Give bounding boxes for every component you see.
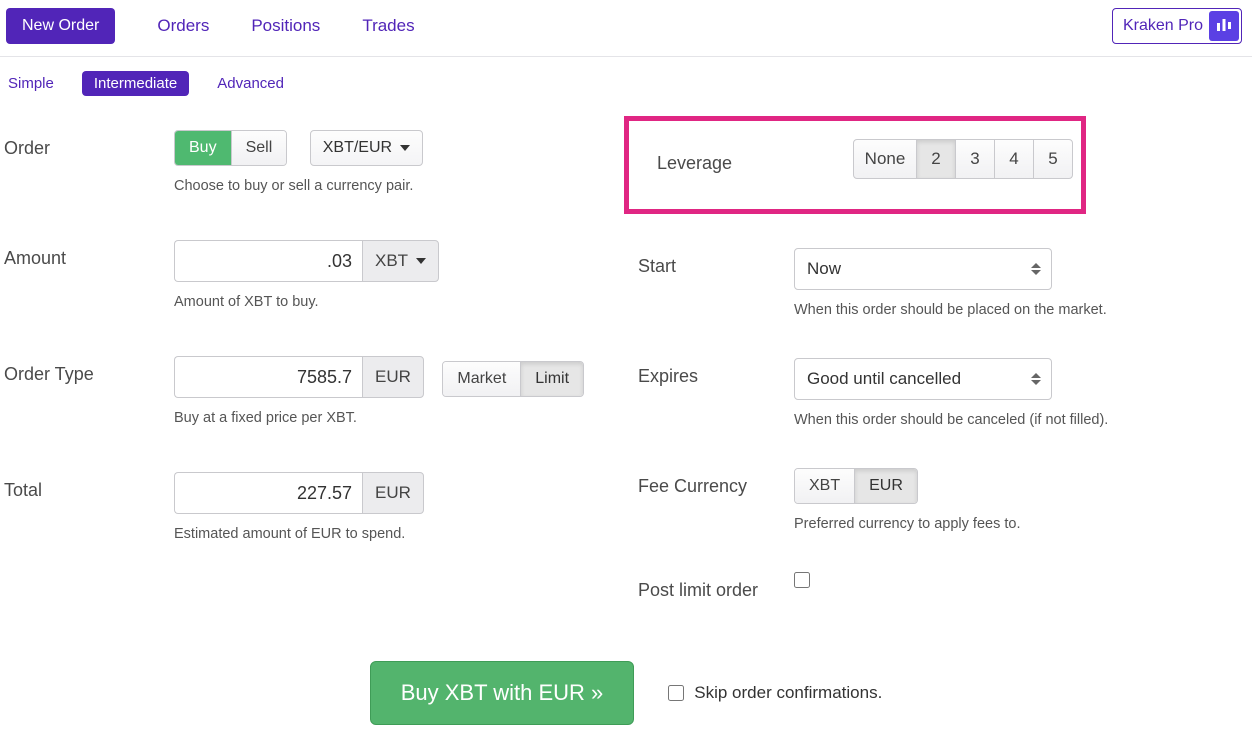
buy-sell-toggle: Buy Sell — [174, 130, 287, 166]
total-unit-label: EUR — [362, 472, 424, 514]
price-input-group: EUR — [174, 356, 424, 398]
row-fee-currency: Fee Currency XBT EUR Preferred currency … — [624, 468, 1244, 532]
top-nav: New Order Orders Positions Trades — [6, 8, 415, 44]
leverage-4[interactable]: 4 — [994, 139, 1034, 179]
leverage-options: None 2 3 4 5 — [853, 139, 1073, 179]
stepper-icon — [1031, 373, 1041, 385]
leverage-highlight: Leverage None 2 3 4 5 — [624, 116, 1086, 214]
row-amount: Amount XBT Amount of XBT to buy. — [4, 240, 604, 310]
start-select[interactable]: Now — [794, 248, 1052, 290]
leverage-2[interactable]: 2 — [916, 139, 956, 179]
fee-currency-toggle: XBT EUR — [794, 468, 918, 504]
field-amount: XBT Amount of XBT to buy. — [174, 240, 604, 310]
row-post-limit: Post limit order — [624, 572, 1244, 601]
price-input[interactable] — [174, 356, 362, 398]
total-helper: Estimated amount of EUR to spend. — [174, 526, 604, 542]
field-post-limit — [794, 572, 1244, 593]
label-post-limit: Post limit order — [624, 572, 794, 601]
kraken-pro-switch[interactable]: Kraken Pro — [1112, 8, 1242, 44]
chevron-down-icon — [400, 145, 410, 151]
leverage-5[interactable]: 5 — [1033, 139, 1073, 179]
amount-helper: Amount of XBT to buy. — [174, 294, 604, 310]
field-order: Buy Sell XBT/EUR Choose to buy or sell a… — [174, 130, 604, 194]
price-unit-label: EUR — [362, 356, 424, 398]
expires-select[interactable]: Good until cancelled — [794, 358, 1052, 400]
new-order-button[interactable]: New Order — [6, 8, 115, 44]
label-amount: Amount — [4, 240, 174, 269]
submit-buy-button[interactable]: Buy XBT with EUR » — [370, 661, 635, 725]
stepper-icon — [1031, 263, 1041, 275]
order-mode-tabs: Simple Intermediate Advanced — [0, 57, 1252, 106]
amount-unit-select[interactable]: XBT — [362, 240, 439, 282]
total-input-group: EUR — [174, 472, 424, 514]
buy-button[interactable]: Buy — [175, 131, 231, 165]
field-order-type: EUR Market Limit Buy at a fixed price pe… — [174, 356, 604, 426]
expires-value: Good until cancelled — [807, 369, 961, 389]
fee-eur-button[interactable]: EUR — [854, 469, 917, 503]
field-expires: Good until cancelled When this order sho… — [794, 358, 1244, 428]
market-button[interactable]: Market — [443, 362, 520, 396]
skip-confirmations-checkbox[interactable] — [668, 685, 684, 701]
chevron-down-icon — [416, 258, 426, 264]
leverage-3[interactable]: 3 — [955, 139, 995, 179]
row-expires: Expires Good until cancelled When this o… — [624, 358, 1244, 428]
field-total: EUR Estimated amount of EUR to spend. — [174, 472, 604, 542]
topbar: New Order Orders Positions Trades Kraken… — [0, 0, 1252, 57]
market-limit-toggle: Market Limit — [442, 361, 584, 397]
start-value: Now — [807, 259, 841, 279]
skip-confirmations[interactable]: Skip order confirmations. — [668, 683, 882, 703]
post-limit-checkbox[interactable] — [794, 572, 810, 588]
nav-trades[interactable]: Trades — [362, 16, 414, 36]
row-total: Total EUR Estimated amount of EUR to spe… — [4, 472, 604, 542]
submit-row: Buy XBT with EUR » Skip order confirmati… — [0, 661, 1252, 725]
start-helper: When this order should be placed on the … — [794, 302, 1244, 318]
nav-orders[interactable]: Orders — [157, 16, 209, 36]
label-total: Total — [4, 472, 174, 501]
row-start: Start Now When this order should be plac… — [624, 248, 1244, 318]
amount-input-group: XBT — [174, 240, 439, 282]
label-leverage: Leverage — [643, 145, 732, 174]
row-order: Order Buy Sell XBT/EUR Choose to buy or … — [4, 130, 604, 194]
currency-pair-value: XBT/EUR — [323, 139, 392, 157]
label-fee-currency: Fee Currency — [624, 468, 794, 497]
kraken-pro-label: Kraken Pro — [1123, 17, 1203, 35]
fee-helper: Preferred currency to apply fees to. — [794, 516, 1244, 532]
amount-unit-label: XBT — [375, 251, 408, 271]
order-helper: Choose to buy or sell a currency pair. — [174, 178, 604, 194]
field-start: Now When this order should be placed on … — [794, 248, 1244, 318]
limit-button[interactable]: Limit — [520, 362, 583, 396]
fee-xbt-button[interactable]: XBT — [795, 469, 854, 503]
order-form: Order Buy Sell XBT/EUR Choose to buy or … — [0, 106, 1252, 601]
label-start: Start — [624, 248, 794, 277]
sell-button[interactable]: Sell — [231, 131, 287, 165]
form-right-column: Leverage None 2 3 4 5 Start Now When thi… — [624, 130, 1244, 601]
total-input[interactable] — [174, 472, 362, 514]
skip-confirmations-label: Skip order confirmations. — [694, 683, 882, 703]
form-left-column: Order Buy Sell XBT/EUR Choose to buy or … — [4, 130, 604, 601]
currency-pair-select[interactable]: XBT/EUR — [310, 130, 423, 166]
order-type-helper: Buy at a fixed price per XBT. — [174, 410, 604, 426]
amount-input[interactable] — [174, 240, 362, 282]
nav-positions[interactable]: Positions — [251, 16, 320, 36]
label-order: Order — [4, 130, 174, 159]
row-order-type: Order Type EUR Market Limit Buy at a fix… — [4, 356, 604, 426]
tab-advanced[interactable]: Advanced — [217, 75, 284, 92]
leverage-none[interactable]: None — [853, 139, 917, 179]
label-expires: Expires — [624, 358, 794, 387]
label-order-type: Order Type — [4, 356, 174, 385]
tab-simple[interactable]: Simple — [8, 75, 54, 92]
field-fee-currency: XBT EUR Preferred currency to apply fees… — [794, 468, 1244, 532]
tab-intermediate[interactable]: Intermediate — [82, 71, 189, 96]
expires-helper: When this order should be canceled (if n… — [794, 412, 1244, 428]
candlestick-icon — [1209, 11, 1239, 41]
